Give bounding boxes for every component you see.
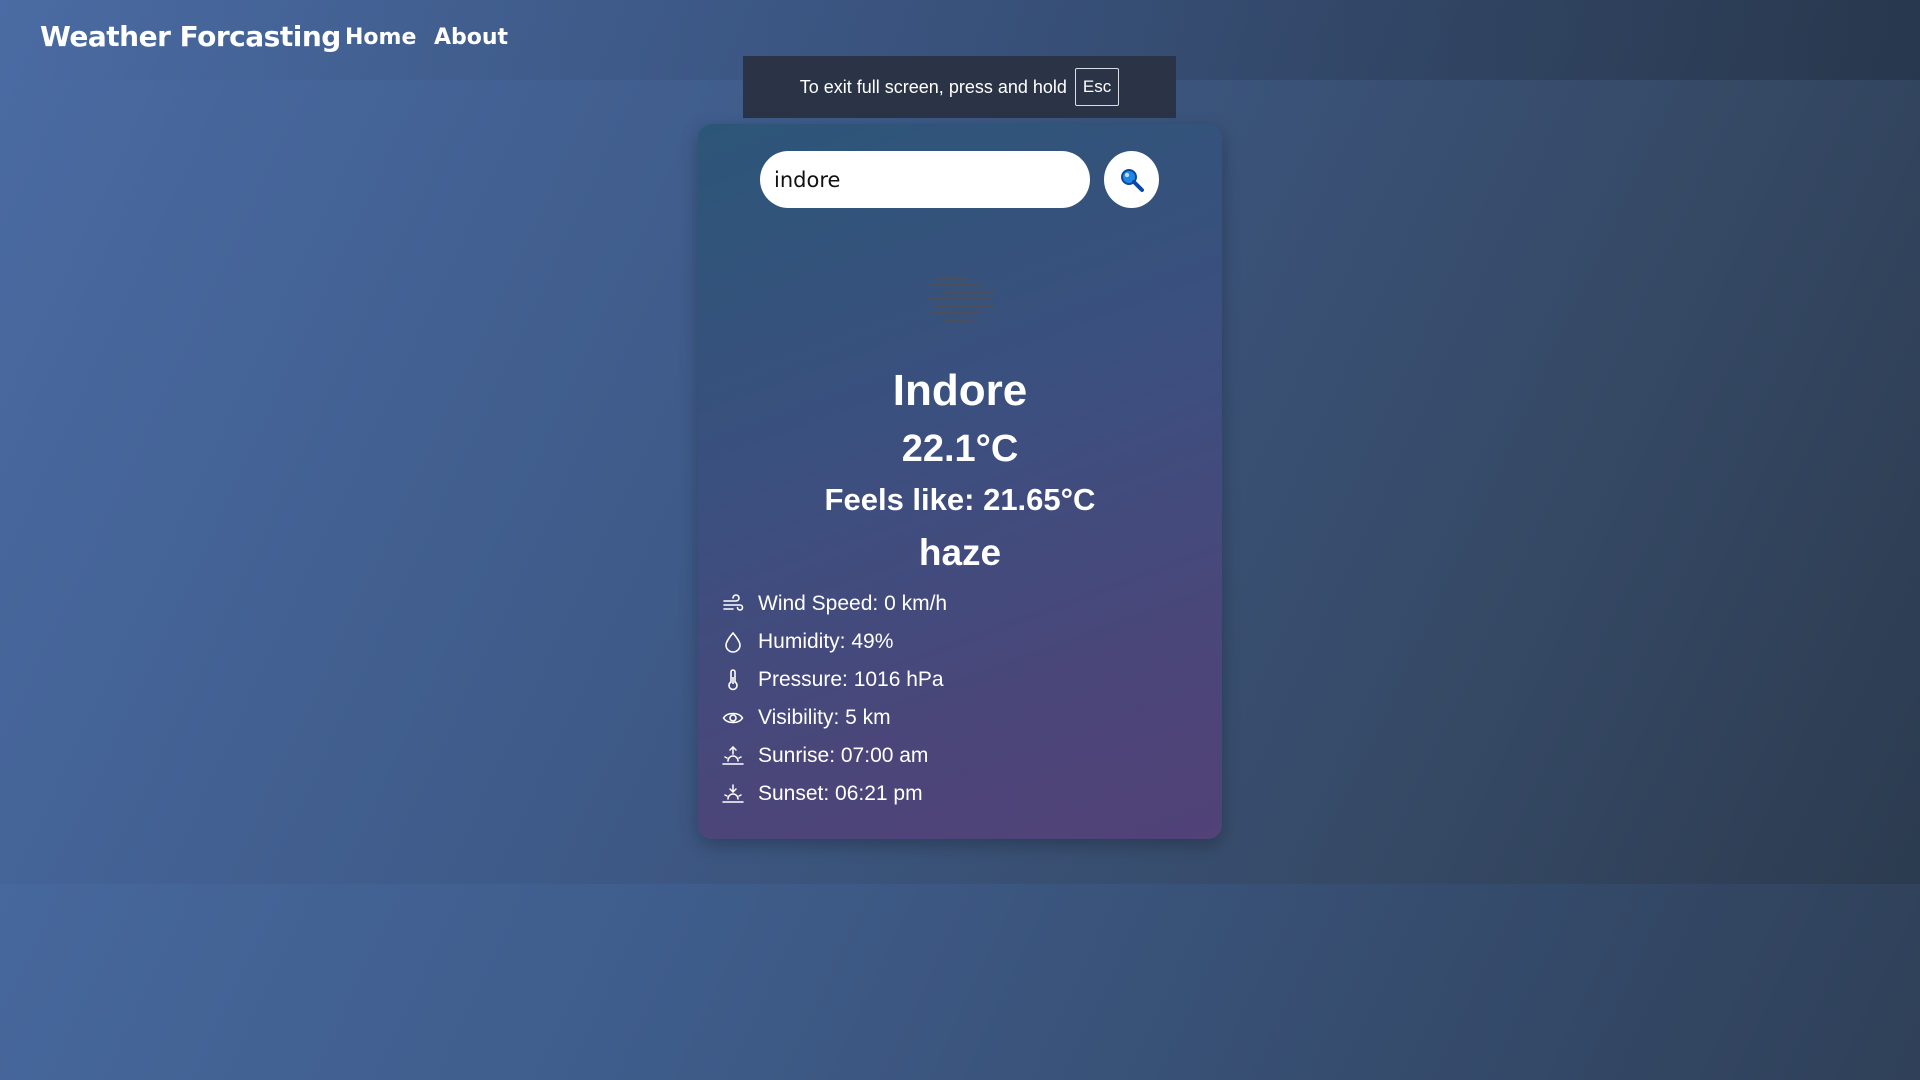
brand-title[interactable]: Weather Forcasting [40, 20, 341, 53]
weather-card: Indore 22.1°C Feels like: 21.65°C haze W… [698, 124, 1222, 839]
detail-label: Visibility: 5 km [758, 706, 891, 729]
detail-sunset: Sunset: 06:21 pm [722, 775, 1182, 813]
detail-humidity: Humidity: 49% [722, 623, 1182, 661]
detail-label: Wind Speed: 0 km/h [758, 592, 948, 615]
weather-description: haze [918, 532, 1002, 573]
feels-like: Feels like: 21.65°C [824, 482, 1096, 517]
esc-key-badge: Esc [1074, 68, 1120, 106]
city-name: Indore [892, 366, 1028, 415]
fullscreen-toast: To exit full screen, press and hold Esc [743, 56, 1176, 118]
nav-home-link[interactable]: Home [345, 25, 416, 50]
haze-icon [927, 276, 997, 322]
temperature: 22.1°C [901, 428, 1019, 470]
detail-label: Sunrise: 07:00 am [758, 744, 929, 767]
detail-sunrise: Sunrise: 07:00 am [722, 737, 1182, 775]
thermometer-icon [728, 669, 738, 691]
detail-wind-speed: Wind Speed: 0 km/h [722, 585, 1182, 623]
sunrise-icon [722, 745, 744, 765]
nav-about-link[interactable]: About [434, 25, 508, 50]
detail-label: Humidity: 49% [758, 630, 894, 653]
detail-label: Pressure: 1016 hPa [758, 668, 944, 691]
detail-label: Sunset: 06:21 pm [758, 782, 923, 805]
toast-text: To exit full screen, press and hold [799, 76, 1067, 97]
magnifier-icon [1120, 168, 1144, 192]
eye-icon [722, 712, 744, 724]
detail-visibility: Visibility: 5 km [722, 699, 1182, 737]
search-input[interactable] [760, 151, 1090, 208]
detail-pressure: Pressure: 1016 hPa [722, 661, 1182, 699]
search-button[interactable] [1104, 151, 1159, 208]
weather-details-list: Wind Speed: 0 km/h Humidity: 49% Pressur… [722, 585, 1182, 813]
sunset-icon [722, 784, 744, 803]
droplet-icon [725, 631, 741, 653]
wind-icon [723, 594, 744, 611]
